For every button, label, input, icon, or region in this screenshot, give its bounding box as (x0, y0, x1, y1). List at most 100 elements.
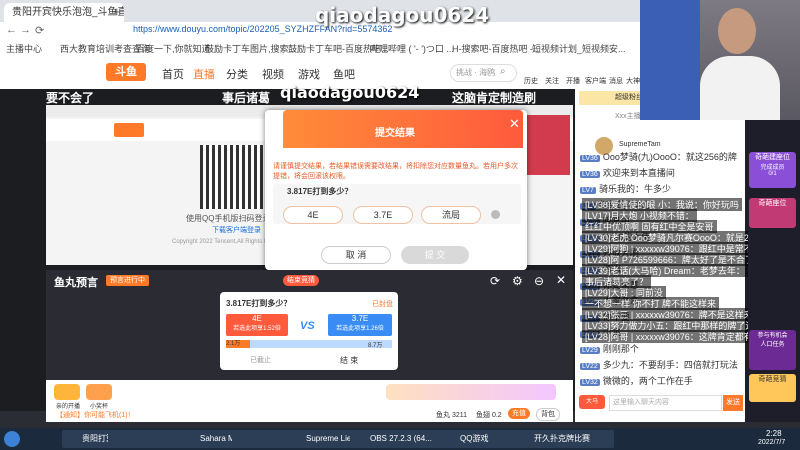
level-badge: LV36 (580, 171, 600, 178)
left-option[interactable]: 4E 若选此项享1.52倍 (226, 314, 288, 336)
douyu-logo[interactable]: 斗鱼 (106, 63, 146, 81)
chat-message-text: 微微的，两个工作在手 (602, 376, 693, 386)
option-3-7e-button[interactable]: 3.7E (353, 206, 413, 224)
god-label[interactable]: 大神 (626, 76, 640, 86)
settings-icon[interactable]: ⚙ (512, 274, 523, 288)
vs-label: VS (300, 320, 315, 332)
qr-hint: 使用QQ手机版扫码登录 (186, 214, 271, 223)
refresh-icon[interactable]: ⟳ (490, 274, 500, 288)
clock-date: 2022/7/7 (758, 439, 786, 446)
bookmark-item[interactable]: H-搜索吧-百度热吧 -... (452, 42, 541, 55)
nav-home[interactable]: 首页 (162, 66, 184, 82)
end-prediction-button[interactable]: 结束竞猜 (283, 275, 319, 286)
cancel-button[interactable]: 取 消 (321, 246, 391, 264)
prediction-panel: 鱼丸预言 预言进行中 结束竞猜 ⟳ ⚙ ⊖ ✕ 3.817E打到多少？ 已封盘 … (46, 270, 573, 380)
level-badge: LV32 (580, 379, 600, 386)
chat-message-text: 欢迎来到本直播间 (602, 168, 675, 178)
modal-description: 请谨慎提交结果，若结果错误需要改结果，将扣除您对应数量鱼丸。若用户多次提错，将会… (273, 163, 518, 180)
info-icon[interactable] (491, 210, 500, 219)
close-icon[interactable]: ✕ (556, 273, 566, 287)
end-label[interactable]: 结 束 (340, 355, 358, 366)
chat-message: LV32 微微的，两个工作在手 (580, 374, 744, 387)
gift-icon[interactable] (86, 384, 112, 400)
recharge-button[interactable]: 充值 (508, 408, 530, 419)
level-badge: LV7 (580, 187, 596, 194)
fan-badge-button[interactable]: 大马 (579, 395, 605, 409)
activity-label: 参与有机会 (757, 333, 788, 339)
option-void-button[interactable]: 流局 (421, 206, 481, 224)
browser-tab[interactable]: 贵阳开宾快乐泡泡_斗鱼直播平台 (4, 3, 124, 22)
bookmark-item[interactable]: 短视频计划_短视频安... (532, 42, 636, 55)
client-label[interactable]: 客户端 (585, 76, 606, 86)
option-4e-button[interactable]: 4E (283, 206, 343, 224)
webcam-background (640, 0, 700, 120)
submit-result-modal: 提交结果 ✕ 请谨慎提交结果，若结果错误需要改结果，将扣除您对应数量鱼丸。若用户… (265, 110, 527, 270)
gift-label: 小奖杯 (90, 404, 109, 410)
live-start-label[interactable]: 开播 (566, 76, 580, 86)
prediction-brand: 鱼丸预言 (54, 277, 98, 289)
minimize-icon[interactable]: ⊖ (534, 274, 544, 288)
streamer-body (700, 56, 780, 120)
activity-tile[interactable]: 参与有机会 人口任务 (749, 330, 796, 370)
nav-category[interactable]: 分类 (226, 66, 248, 82)
windows-taskbar: 2:28 2022/7/7 贵阳打算快乐泡泡...Sahara Mam...Su… (0, 428, 800, 450)
qr-code (200, 145, 264, 209)
bag-button[interactable]: 背包 (536, 408, 560, 421)
nav-video[interactable]: 视频 (262, 66, 284, 82)
history-label[interactable]: 历史 (524, 76, 538, 86)
inner-logo (114, 123, 144, 137)
follow-label[interactable]: 关注 (545, 76, 559, 86)
right-option[interactable]: 3.7E 若选此项享1.26倍 (328, 314, 392, 336)
chat-input[interactable]: 这里输入聊天内容 (609, 395, 722, 411)
chat-message: LV29 刚刚那个 (580, 342, 744, 355)
level-badge: LV36 (580, 155, 600, 162)
prediction-status: 已封盘 (372, 301, 393, 308)
streamer-face (718, 8, 756, 54)
refresh-icon[interactable]: ⟳ (35, 24, 44, 37)
activity-sidebar: 奇葩建座位 完成成员 0/1 奇葩座位 参与有机会 人口任务 奇葩竞猜 (745, 120, 800, 422)
bookmarks-bar: 主播中心 西大教育培训考查查询 百度一下,你就知道 鼓励卡丁车图片,搜索... … (0, 40, 640, 57)
bookmark-item[interactable]: 主播中心 (6, 42, 42, 55)
nav-live[interactable]: 直播 (193, 66, 215, 82)
forward-icon[interactable]: → (20, 24, 31, 36)
modal-title: 提交结果 (375, 128, 415, 139)
qr-download-link[interactable]: 下载客户端登录 (212, 225, 261, 235)
nav-game[interactable]: 游戏 (298, 66, 320, 82)
activity-label: 奇葩建座位 (755, 154, 790, 161)
bookmark-item[interactable]: 百度一下,你就知道 (136, 42, 211, 55)
message-label[interactable]: 消息 (609, 76, 623, 86)
chat-message: LV22 多少九：不要刮手：四倍就打玩法 (580, 358, 744, 371)
send-button[interactable]: 发送 (723, 395, 743, 411)
chat-message-text: 骑乐我的：牛多少 (598, 184, 671, 194)
gift-strip[interactable] (386, 384, 556, 400)
taskbar-app[interactable]: 开久扑克牌比赛 (514, 430, 614, 448)
confirm-button[interactable]: 提 交 (401, 246, 469, 264)
close-icon[interactable]: ✕ (509, 116, 520, 132)
chat-message: LV36 Ooo梦骑(九)OooO：就这256的牌 (580, 150, 744, 163)
back-icon[interactable]: ← (6, 24, 17, 36)
user-label: SupremeTam (619, 141, 661, 148)
overlay-chat-line: [LV28]阿哥 | xxxxxw39076：这牌肯定都有 (582, 330, 748, 343)
nav-fishbar[interactable]: 鱼吧 (333, 66, 355, 82)
prediction-badge: 预言进行中 (106, 275, 149, 286)
activity-count: 0/1 (768, 171, 777, 177)
new-tab-icon[interactable]: + (113, 4, 121, 19)
left-amount: 2.1万 (226, 340, 250, 348)
chat-message: LV36 欢迎来到本直播间 (580, 166, 744, 179)
activity-tile[interactable]: 奇葩座位 (749, 198, 796, 228)
modal-question: 3.817E打到多少？ (287, 187, 353, 196)
bookmark-item[interactable]: 哔哩哔哩 ( '- ')つ口 ... (370, 42, 454, 55)
search-input[interactable]: 挑战 · 海鸥 (450, 64, 517, 82)
tab-title: 贵阳开宾快乐泡泡_斗鱼直播平台 (12, 7, 124, 18)
watermark-mid: qiaodagou0624 (280, 83, 420, 102)
gift-icon[interactable] (54, 384, 80, 400)
start-button[interactable] (4, 431, 20, 447)
level-badge: LV22 (580, 363, 600, 370)
bookmark-item[interactable]: 鼓励卡丁车图片,搜索... (205, 42, 296, 55)
activity-tile[interactable]: 奇葩建座位 完成成员 0/1 (749, 152, 796, 188)
activity-sub: 完成成员 (760, 165, 785, 171)
fish-balance: 鱼丸 3211 (436, 412, 467, 419)
stream-caption: 这脑肯定制造刷 (452, 91, 537, 105)
search-icon[interactable]: ⌕ (500, 66, 506, 77)
activity-tile[interactable]: 奇葩竞猜 (749, 374, 796, 402)
